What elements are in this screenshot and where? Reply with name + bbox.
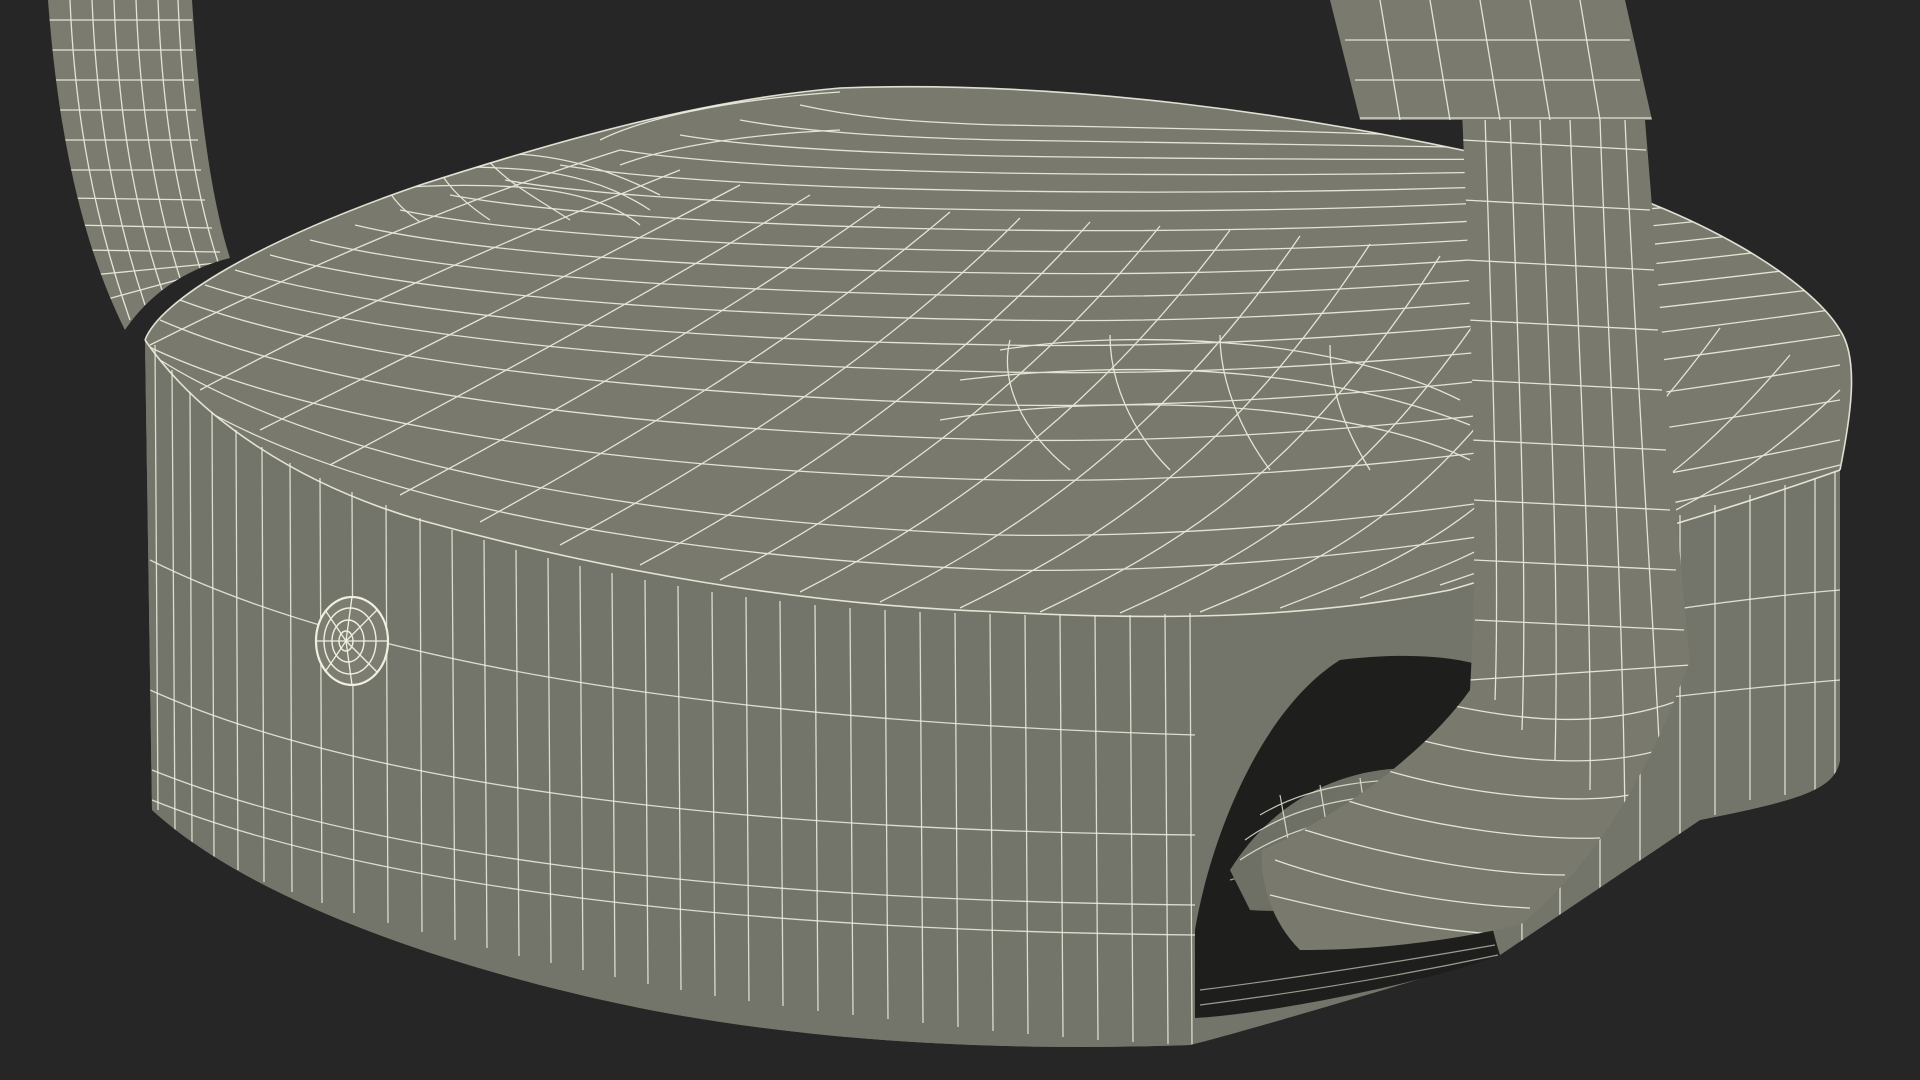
wireframe-render	[48, 0, 1853, 1047]
side-button	[314, 595, 390, 687]
left-pipe	[48, 0, 230, 330]
upper-right-part	[1330, 0, 1652, 120]
3d-viewport[interactable]	[0, 0, 1920, 1080]
